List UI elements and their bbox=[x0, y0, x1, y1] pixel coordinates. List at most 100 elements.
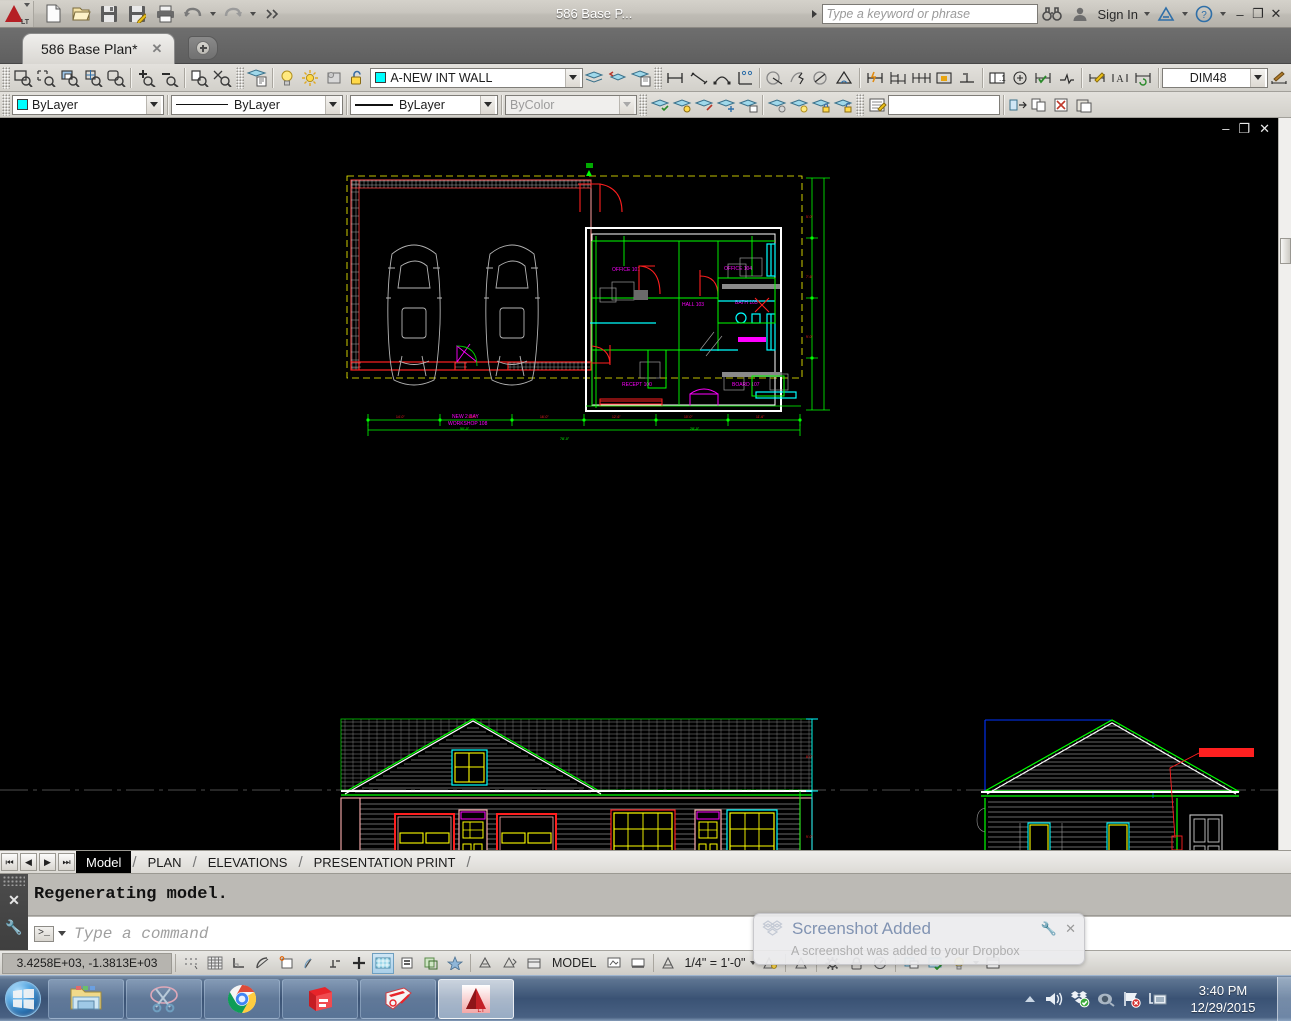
taskbar-windows-explorer[interactable] bbox=[48, 978, 124, 1019]
workspace-switching-icon[interactable] bbox=[523, 953, 545, 974]
open-file-icon[interactable] bbox=[68, 2, 94, 26]
taskbar-sketchup-layout[interactable] bbox=[360, 978, 436, 1019]
chevron-down-icon[interactable] bbox=[58, 931, 66, 936]
grid-display-toggle[interactable] bbox=[204, 953, 226, 974]
dim-update-icon[interactable] bbox=[1131, 66, 1154, 90]
user-account-icon[interactable] bbox=[1066, 0, 1094, 28]
action-center-flag-icon[interactable] bbox=[1119, 976, 1145, 1021]
zoom-center-icon[interactable] bbox=[81, 66, 104, 90]
properties-toolbar-grip[interactable] bbox=[2, 93, 10, 116]
dim-arc-length-icon[interactable] bbox=[710, 66, 733, 90]
chevron-down-icon[interactable] bbox=[146, 95, 161, 114]
dynamic-ucs-toggle[interactable] bbox=[348, 953, 370, 974]
chevron-down-icon[interactable] bbox=[1249, 68, 1265, 87]
save-as-icon[interactable] bbox=[124, 2, 150, 26]
network-icon[interactable] bbox=[1145, 976, 1171, 1021]
dynamic-input-toggle[interactable] bbox=[372, 952, 394, 974]
drawing-close-button[interactable]: ✕ bbox=[1259, 121, 1270, 137]
plot-icon[interactable] bbox=[152, 2, 178, 26]
drawing-minimize-button[interactable]: – bbox=[1222, 121, 1229, 137]
dim-baseline-icon[interactable] bbox=[886, 66, 909, 90]
save-file-icon[interactable] bbox=[96, 2, 122, 26]
wrench-icon[interactable]: 🔧 bbox=[0, 919, 28, 936]
command-drag-handle[interactable] bbox=[3, 876, 25, 886]
drawing-area[interactable]: NEW 2 BAY WORKSHOP 108 OFFICE 101 OFFICE… bbox=[0, 118, 1278, 850]
more-commands-icon[interactable] bbox=[260, 2, 286, 26]
search-binoculars-icon[interactable] bbox=[1038, 0, 1066, 28]
object-snap-tracking-toggle[interactable] bbox=[300, 953, 322, 974]
layer-unisolate-icon[interactable] bbox=[693, 93, 715, 117]
chevron-down-icon[interactable] bbox=[480, 95, 495, 114]
dim-inspect-icon[interactable] bbox=[1032, 66, 1055, 90]
layer-unlock-object-icon[interactable] bbox=[832, 93, 854, 117]
taskbar-snipping-tool[interactable] bbox=[126, 978, 202, 1019]
drawing-restore-button[interactable]: ❐ bbox=[1238, 121, 1250, 137]
selection-cycling-toggle[interactable] bbox=[444, 953, 466, 974]
lineweight-control[interactable]: ByLayer bbox=[350, 94, 498, 115]
dim-center-mark-icon[interactable] bbox=[1009, 66, 1032, 90]
zoom-in-icon[interactable] bbox=[134, 66, 157, 90]
autocad-lt-logo[interactable]: LT bbox=[0, 0, 34, 27]
volume-icon[interactable] bbox=[1041, 976, 1067, 1021]
layer-control[interactable]: A-NEW INT WALL bbox=[370, 67, 583, 88]
webcam-icon[interactable] bbox=[1093, 976, 1119, 1021]
annotation-scale-icon[interactable] bbox=[658, 953, 680, 974]
scrollbar-thumb[interactable] bbox=[1280, 238, 1291, 264]
dim-jogged-icon[interactable] bbox=[787, 66, 810, 90]
annotation-visibility-toggle[interactable] bbox=[475, 953, 497, 974]
zoom-window-icon[interactable] bbox=[12, 66, 35, 90]
infocenter-expand-icon[interactable] bbox=[808, 0, 822, 28]
layer-freeze-object-icon[interactable] bbox=[715, 93, 737, 117]
autodesk-360-icon[interactable] bbox=[1152, 0, 1180, 28]
close-icon[interactable]: ✕ bbox=[152, 41, 163, 57]
taskbar-google-chrome[interactable] bbox=[204, 978, 280, 1019]
zoom-out-icon[interactable] bbox=[158, 66, 181, 90]
dim-tolerance-icon[interactable]: .1 bbox=[986, 66, 1009, 90]
linetype-control[interactable]: ByLayer bbox=[171, 94, 343, 115]
dim-continue-icon[interactable] bbox=[909, 66, 932, 90]
minimize-button[interactable]: – bbox=[1232, 7, 1248, 22]
layer-off-object-icon[interactable] bbox=[766, 93, 788, 117]
match-properties-icon[interactable] bbox=[1007, 93, 1029, 117]
color-control[interactable]: ByLayer bbox=[12, 94, 164, 115]
layer-match-icon[interactable] bbox=[649, 93, 671, 117]
undo-icon[interactable] bbox=[180, 2, 206, 26]
undo-dropdown-icon[interactable] bbox=[208, 2, 218, 26]
taskbar-autocad-lt[interactable]: LT bbox=[438, 978, 514, 1019]
quick-view-drawings-icon[interactable] bbox=[627, 953, 649, 974]
properties2-toolbar-grip[interactable] bbox=[856, 93, 864, 116]
dim-break-icon[interactable] bbox=[956, 66, 979, 90]
layer-toolbar-grip[interactable] bbox=[235, 66, 244, 89]
layer-states-manager-icon[interactable] bbox=[629, 66, 652, 90]
show-desktop-button[interactable] bbox=[1277, 977, 1291, 1021]
layer-paste-icon[interactable] bbox=[1073, 93, 1095, 117]
layout-tab-presentation-print[interactable]: PRESENTATION PRINT bbox=[304, 851, 466, 873]
dim-diameter-icon[interactable] bbox=[810, 66, 833, 90]
layer-properties-manager-icon[interactable] bbox=[246, 66, 269, 90]
wrench-icon[interactable]: 🔧 bbox=[1041, 921, 1057, 937]
sign-in-button[interactable]: Sign In bbox=[1094, 7, 1142, 22]
layout-tab-model[interactable]: Model bbox=[76, 851, 132, 873]
dim-style-manager-icon[interactable] bbox=[1268, 66, 1291, 90]
layers2-toolbar-grip[interactable] bbox=[639, 93, 647, 116]
layer-lock-object-icon[interactable] bbox=[810, 93, 832, 117]
chevron-down-icon[interactable] bbox=[564, 68, 580, 87]
next-layout-button[interactable]: ▶ bbox=[39, 853, 56, 871]
dim-angular-icon[interactable] bbox=[833, 66, 856, 90]
quick-view-layouts-icon[interactable] bbox=[603, 953, 625, 974]
new-tab-button[interactable] bbox=[188, 36, 218, 60]
toolbar-grip[interactable] bbox=[2, 66, 10, 89]
dim-text-edit-icon[interactable]: A bbox=[1108, 66, 1131, 90]
properties-palette-icon[interactable] bbox=[866, 93, 888, 117]
autodesk-360-dropdown-icon[interactable] bbox=[1180, 2, 1190, 26]
command-input[interactable]: >_ Type a command bbox=[28, 917, 1291, 950]
layer-make-current-icon[interactable] bbox=[606, 66, 629, 90]
quick-properties-field[interactable] bbox=[888, 94, 1000, 115]
layer-freeze-viewport-icon[interactable] bbox=[322, 66, 345, 90]
dim-aligned-icon[interactable] bbox=[687, 66, 710, 90]
object-snap-toggle[interactable] bbox=[276, 953, 298, 974]
zoom-dynamic-icon[interactable] bbox=[35, 66, 58, 90]
layer-turn-all-on-icon[interactable] bbox=[788, 93, 810, 117]
restore-button[interactable]: ❐ bbox=[1250, 6, 1266, 22]
zoom-all-icon[interactable] bbox=[188, 66, 211, 90]
